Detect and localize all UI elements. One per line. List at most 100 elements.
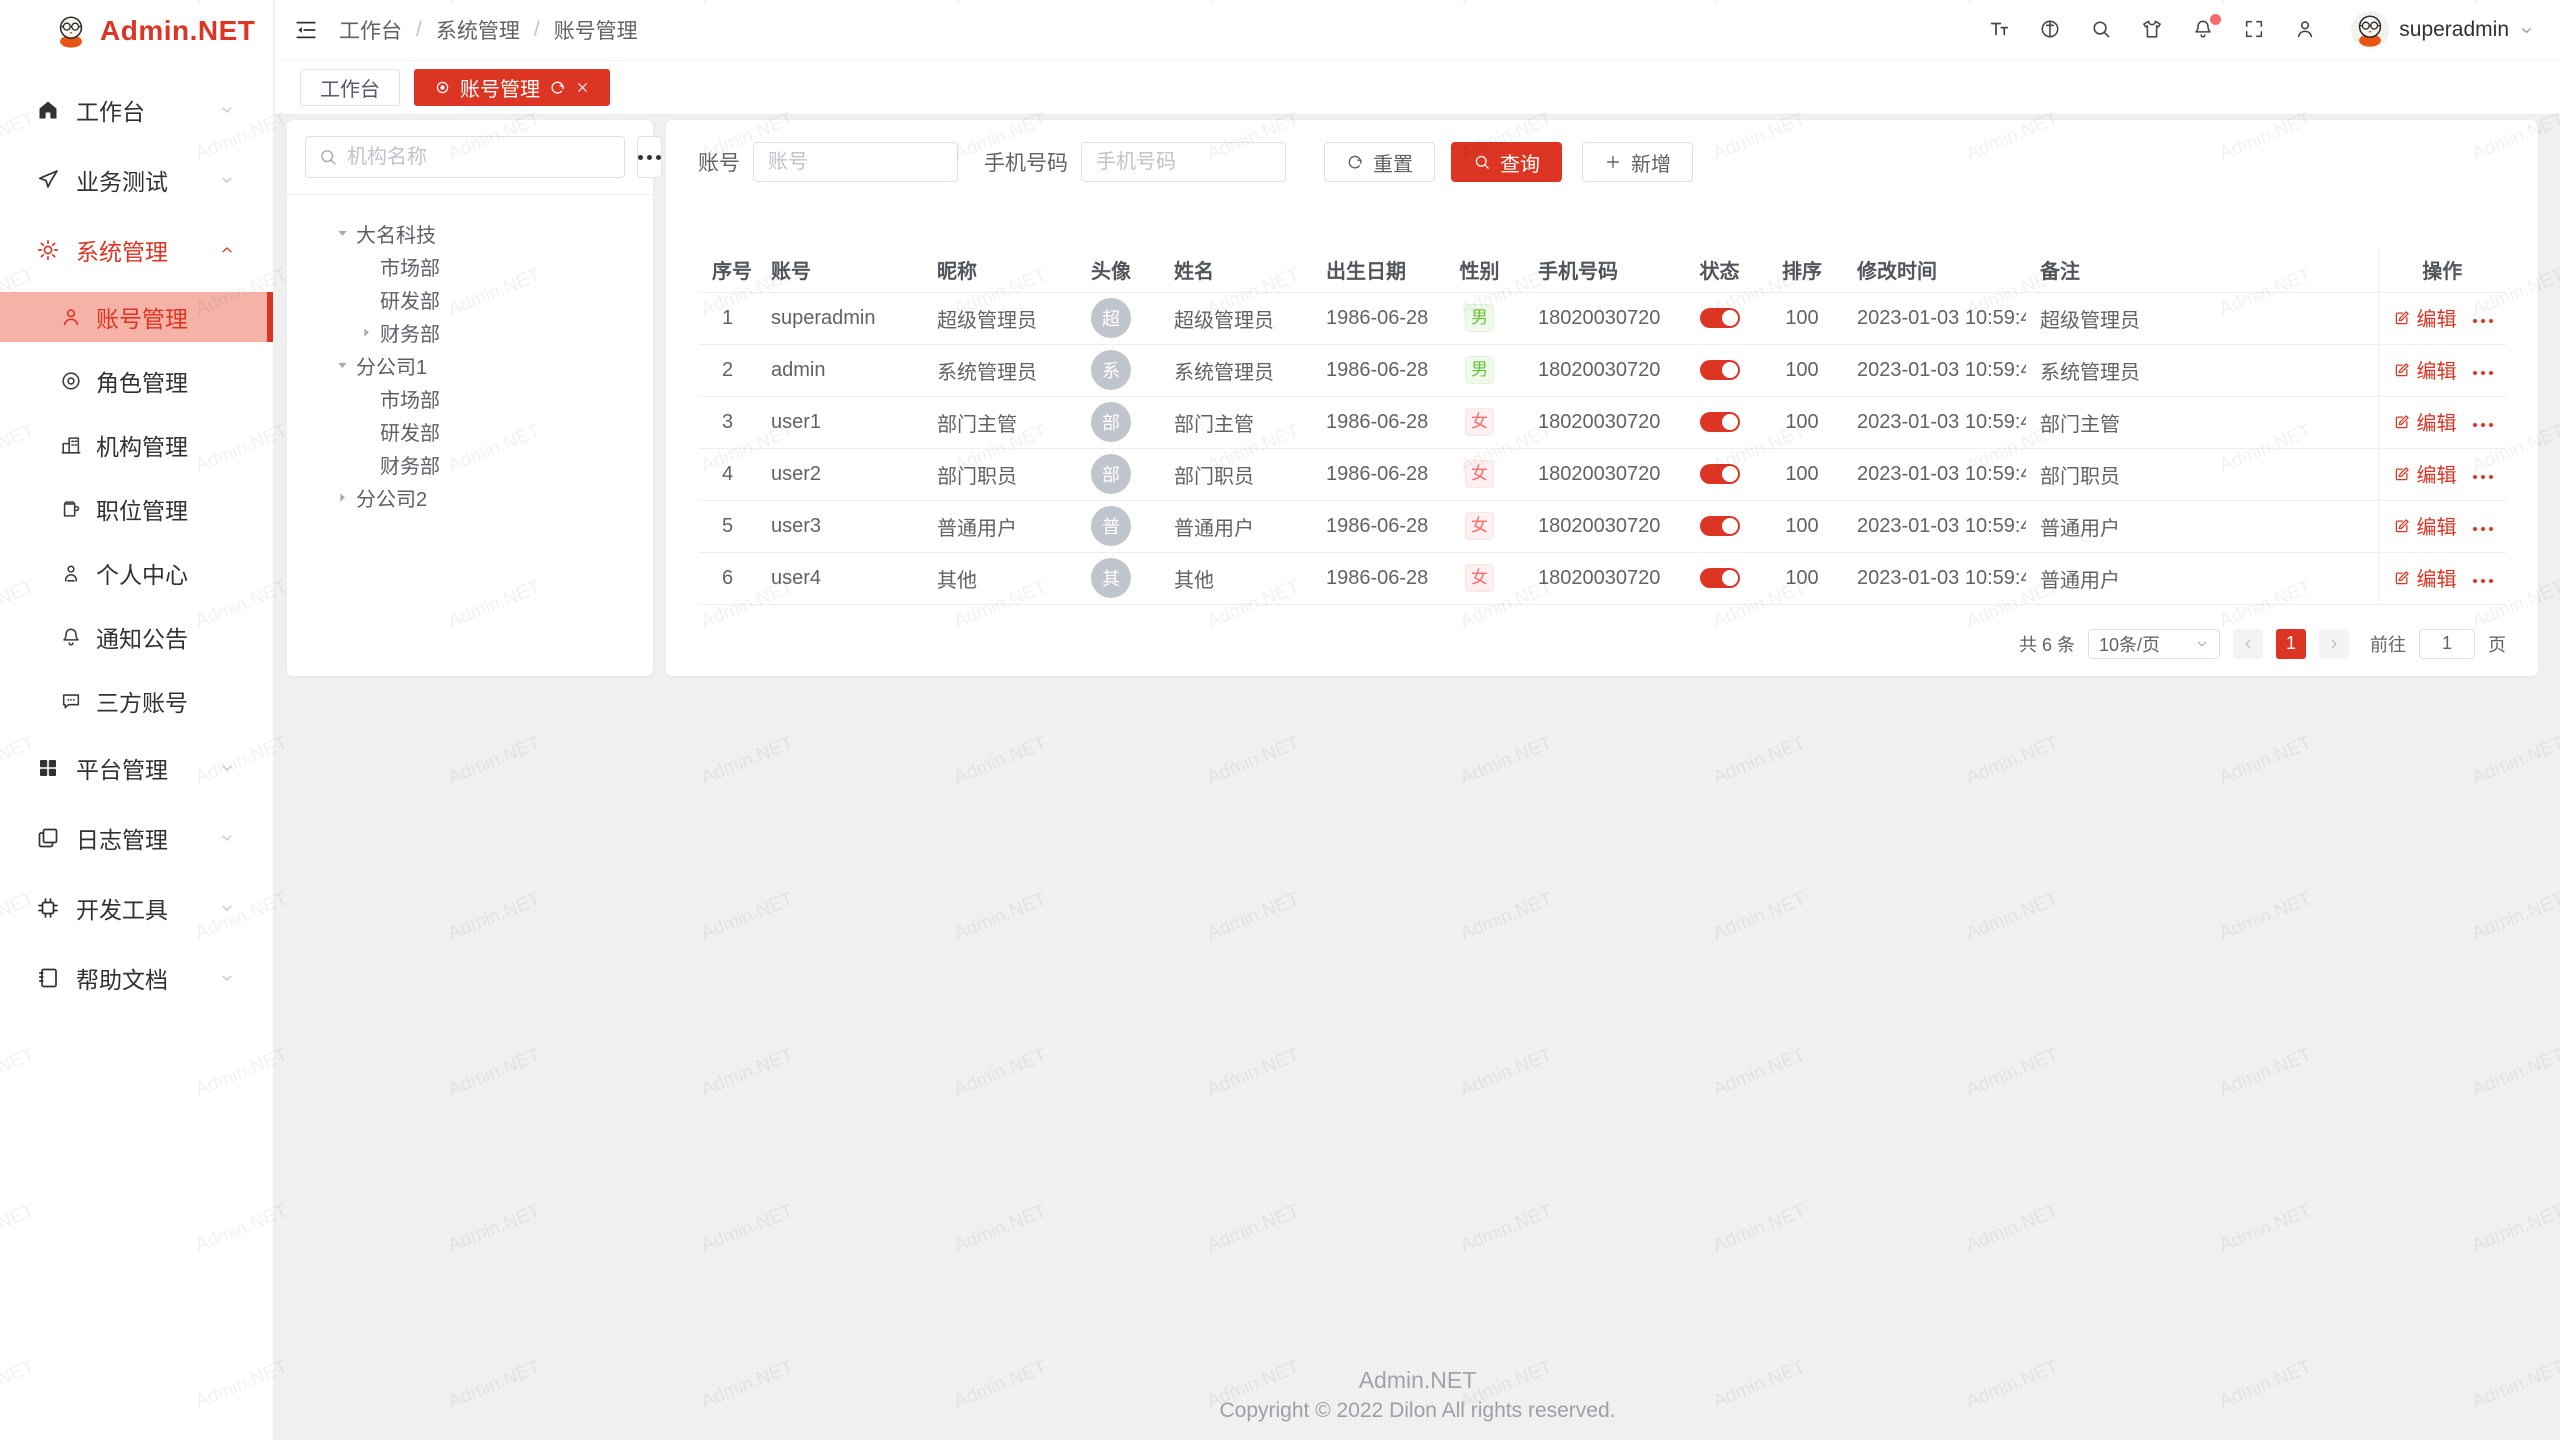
breadcrumb-item[interactable]: 账号管理: [554, 15, 638, 45]
sidebar-item-workbench[interactable]: 工作台: [0, 82, 273, 138]
sidebar-item-account-management[interactable]: 账号管理: [0, 292, 273, 342]
goto-page-input[interactable]: [2419, 629, 2475, 659]
row-more-button[interactable]: [2473, 579, 2493, 583]
caret-right-icon[interactable]: [359, 325, 374, 340]
sidebar-item-system-management[interactable]: 系统管理: [0, 222, 273, 278]
status-toggle[interactable]: [1700, 464, 1740, 484]
tree-node[interactable]: 分公司1: [305, 349, 635, 382]
org-search-input[interactable]: [347, 146, 612, 169]
tab-label: 账号管理: [460, 73, 540, 102]
tree-node[interactable]: 研发部: [305, 415, 635, 448]
fullscreen-button[interactable]: [2243, 18, 2267, 42]
status-toggle[interactable]: [1700, 412, 1740, 432]
sidebar-item-personal-center[interactable]: 个人中心: [0, 548, 273, 598]
tab-refresh-icon[interactable]: [549, 79, 566, 96]
tree-node[interactable]: 研发部: [305, 283, 635, 316]
account-filter-input[interactable]: [753, 142, 958, 182]
tab-close-icon[interactable]: [575, 80, 590, 95]
tree-node[interactable]: 分公司2: [305, 481, 635, 514]
caret-down-icon[interactable]: [335, 358, 350, 373]
account-filter-label: 账号: [698, 147, 740, 177]
tree-node[interactable]: 大名科技: [305, 217, 635, 250]
cell-status: [1678, 396, 1761, 448]
status-toggle[interactable]: [1700, 360, 1740, 380]
edit-button[interactable]: 编辑: [2393, 407, 2457, 436]
tree-node[interactable]: 市场部: [305, 382, 635, 415]
add-button[interactable]: 新增: [1582, 142, 1693, 182]
notifications-button[interactable]: [2192, 18, 2216, 42]
main-content: 大名科技市场部研发部财务部分公司1市场部研发部财务部分公司2 账号 手机号码 重…: [275, 115, 2560, 1440]
breadcrumb-item[interactable]: 系统管理: [436, 15, 520, 45]
edit-button[interactable]: 编辑: [2393, 563, 2457, 592]
column-header-gender: 性别: [1435, 248, 1524, 292]
next-page-button[interactable]: [2319, 629, 2349, 659]
sidebar-item-platform-management[interactable]: 平台管理: [0, 740, 273, 796]
avatar: 部: [1091, 454, 1131, 494]
cell-modified: 2023-01-03 10:59:44: [1843, 448, 2026, 500]
sidebar-item-position-management[interactable]: 职位管理: [0, 484, 273, 534]
menu-fold-icon[interactable]: [293, 17, 319, 43]
tab-workbench[interactable]: 工作台: [300, 69, 400, 106]
sidebar-item-role-management[interactable]: 角色管理: [0, 356, 273, 406]
user-menu[interactable]: superadmin: [2351, 11, 2534, 49]
edit-icon: [2393, 465, 2411, 483]
cell-account: superadmin: [757, 292, 923, 344]
phone-filter-input[interactable]: [1081, 142, 1286, 182]
theme-button[interactable]: [2141, 18, 2165, 42]
profile-icon: [2294, 18, 2316, 40]
sidebar-item-label: 个人中心: [96, 556, 251, 590]
tab-account-management[interactable]: 账号管理: [414, 69, 610, 106]
cell-birth: 1986-06-28: [1312, 344, 1435, 396]
row-more-button[interactable]: [2473, 423, 2493, 427]
cell-sort: 100: [1761, 396, 1843, 448]
app-logo[interactable]: Admin.NET: [0, 0, 273, 61]
cell-actions: 编辑: [2378, 552, 2506, 604]
page-number-button[interactable]: 1: [2276, 629, 2306, 659]
status-toggle[interactable]: [1700, 516, 1740, 536]
edit-button[interactable]: 编辑: [2393, 511, 2457, 540]
tree-node[interactable]: 财务部: [305, 448, 635, 481]
filter-bar: 账号 手机号码 重置 查询 新增: [698, 142, 2506, 182]
caret-right-icon[interactable]: [335, 490, 350, 505]
sidebar-item-org-management[interactable]: 机构管理: [0, 420, 273, 470]
edit-button[interactable]: 编辑: [2393, 459, 2457, 488]
profile-button[interactable]: [2294, 18, 2318, 42]
tree-node-label: 市场部: [380, 252, 440, 281]
breadcrumb-item[interactable]: 工作台: [339, 15, 402, 45]
font-size-button[interactable]: [1988, 18, 2012, 42]
sidebar-item-dev-tools[interactable]: 开发工具: [0, 880, 273, 936]
sidebar-item-log-management[interactable]: 日志管理: [0, 810, 273, 866]
sidebar-item-help-docs[interactable]: 帮助文档: [0, 950, 273, 1006]
status-toggle[interactable]: [1700, 568, 1740, 588]
cell-actions: 编辑: [2378, 448, 2506, 500]
search-button[interactable]: [2090, 18, 2114, 42]
sidebar-item-third-party-account[interactable]: 三方账号: [0, 676, 273, 726]
page-size-select[interactable]: 10条/页: [2088, 629, 2220, 659]
tree-node[interactable]: 市场部: [305, 250, 635, 283]
org-more-button[interactable]: [637, 136, 662, 178]
edit-icon: [2393, 413, 2411, 431]
row-more-button[interactable]: [2473, 475, 2493, 479]
caret-down-icon[interactable]: [335, 226, 350, 241]
row-more-button[interactable]: [2473, 319, 2493, 323]
cell-avatar: 其: [1062, 552, 1160, 604]
query-button[interactable]: 查询: [1451, 142, 1562, 182]
chevron-down-icon: [219, 172, 235, 188]
tree-node-label: 财务部: [380, 318, 440, 347]
tree-node[interactable]: 财务部: [305, 316, 635, 349]
sidebar-item-notice-announcement[interactable]: 通知公告: [0, 612, 273, 662]
status-toggle[interactable]: [1700, 308, 1740, 328]
cpu-icon: [36, 896, 60, 920]
home-icon: [36, 98, 60, 122]
prev-page-button[interactable]: [2233, 629, 2263, 659]
row-more-button[interactable]: [2473, 371, 2493, 375]
reset-button[interactable]: 重置: [1324, 142, 1435, 182]
active-tab-dot-icon: [434, 79, 451, 96]
language-button[interactable]: [2039, 18, 2063, 42]
cell-phone: 18020030720: [1524, 292, 1678, 344]
edit-button[interactable]: 编辑: [2393, 303, 2457, 332]
sidebar-item-business-test[interactable]: 业务测试: [0, 152, 273, 208]
sidebar-item-label: 职位管理: [96, 492, 251, 526]
row-more-button[interactable]: [2473, 527, 2493, 531]
edit-button[interactable]: 编辑: [2393, 355, 2457, 384]
